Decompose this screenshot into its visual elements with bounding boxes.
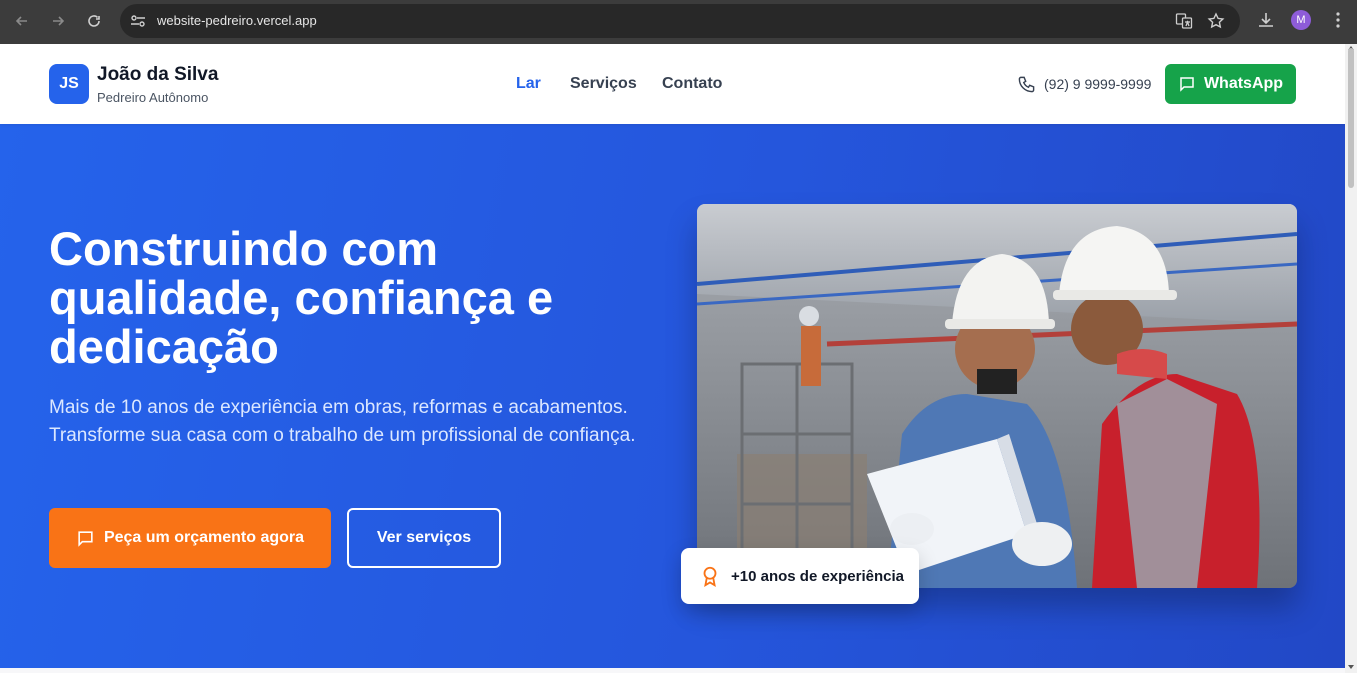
hero-lead: Mais de 10 anos de experiência em obras,… [49,397,636,446]
experience-badge: +10 anos de experiência [681,548,919,604]
profile-avatar[interactable]: M [1291,10,1311,30]
address-bar[interactable]: website-pedreiro.vercel.app [120,4,1240,38]
reload-icon[interactable] [82,9,106,33]
brand-subtitle: Pedreiro Autônomo [97,90,209,105]
url-text[interactable]: website-pedreiro.vercel.app [157,13,317,28]
next-section-edge [0,668,1345,673]
back-icon[interactable] [10,9,34,33]
scroll-down-icon[interactable] [1348,665,1354,669]
page-scrollbar[interactable] [1345,44,1357,673]
nav-link-lar[interactable]: Lar [516,75,541,93]
view-services-button[interactable]: Ver serviços [347,508,501,568]
whatsapp-button[interactable]: WhatsApp [1165,64,1296,104]
logo[interactable]: JS [49,64,89,104]
nav-link-servicos[interactable]: Serviços [570,75,637,93]
whatsapp-label: WhatsApp [1203,75,1284,92]
message-icon [78,530,93,547]
award-ribbon-icon [703,566,717,587]
web-page: JS João da Silva Pedreiro Autônomo Lar S… [0,44,1345,673]
menu-dots-icon[interactable] [1328,10,1348,30]
quote-button-label: Peça um orçamento agora [103,529,305,546]
translate-icon[interactable] [1175,12,1193,30]
site-settings-icon[interactable] [129,13,147,29]
phone-icon [1018,76,1035,93]
site-header: JS João da Silva Pedreiro Autônomo Lar S… [0,44,1345,124]
hero-photo-construction-workers [697,204,1297,588]
quote-button[interactable]: Peça um orçamento agora [49,508,331,568]
download-icon[interactable] [1256,10,1276,30]
scrollbar-thumb[interactable] [1348,48,1354,188]
hero-title: Construindo com qualidade, confiança e d… [49,222,554,373]
bookmark-star-icon[interactable] [1207,12,1225,30]
phone-number[interactable]: (92) 9 9999-9999 [1044,76,1151,92]
forward-icon[interactable] [46,9,70,33]
hero-section: Construindo com qualidade, confiança e d… [0,124,1345,668]
chat-bubble-icon [1180,77,1194,92]
brand-name[interactable]: João da Silva [97,64,218,86]
experience-badge-text: +10 anos de experiência [731,567,905,585]
browser-toolbar: website-pedreiro.vercel.app M [0,0,1357,44]
nav-link-contato[interactable]: Contato [662,75,722,93]
